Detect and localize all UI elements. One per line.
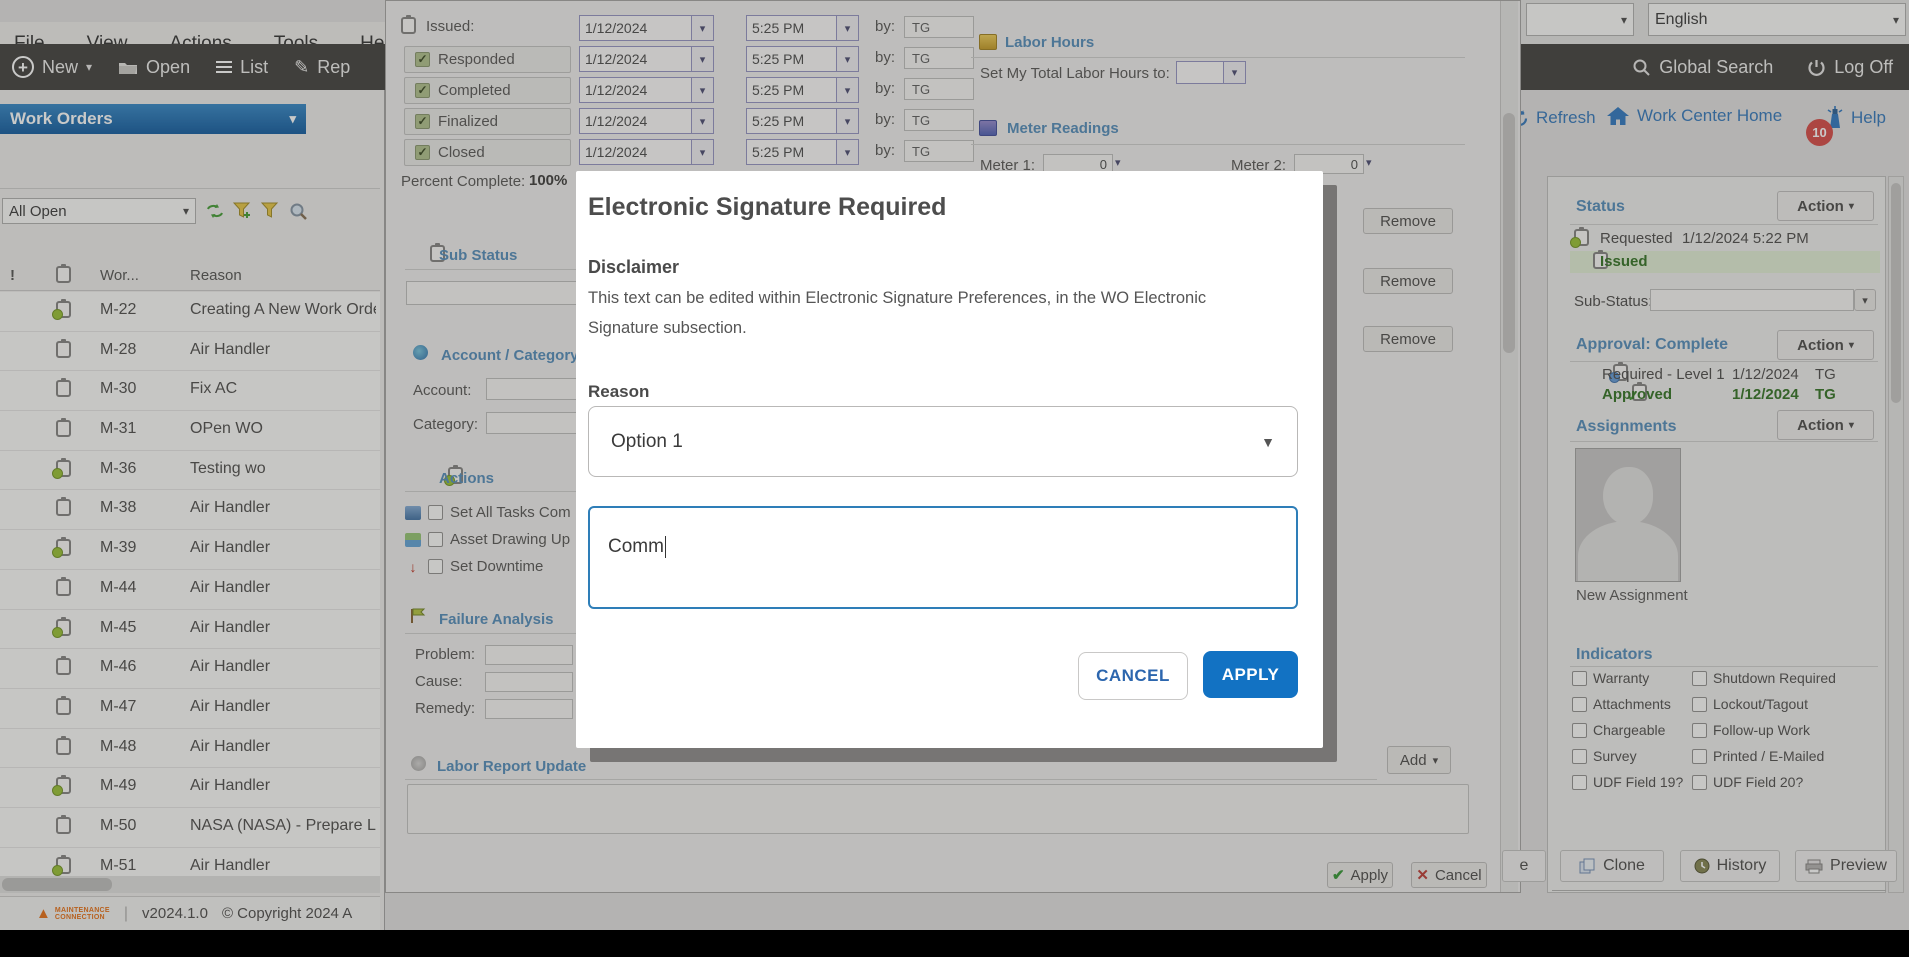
- modal-title: Electronic Signature Required: [588, 193, 946, 222]
- modal-cancel-button[interactable]: CANCEL: [1078, 652, 1188, 700]
- text-caret: [665, 536, 667, 558]
- chevron-down-icon: ▼: [1261, 434, 1275, 450]
- disclaimer-heading: Disclaimer: [588, 257, 679, 278]
- electronic-signature-modal: Electronic Signature Required Disclaimer…: [576, 171, 1323, 748]
- comment-value: Comm: [608, 536, 664, 557]
- reason-select[interactable]: Option 1 ▼: [588, 406, 1298, 477]
- reason-value: Option 1: [611, 431, 683, 453]
- modal-apply-button[interactable]: APPLY: [1203, 651, 1298, 698]
- disclaimer-text-line1: This text can be edited within Electroni…: [588, 289, 1206, 308]
- disclaimer-text-line2: Signature subsection.: [588, 319, 747, 338]
- comment-textarea[interactable]: Comm: [588, 506, 1298, 609]
- letterbox-bar: [0, 930, 1909, 957]
- reason-label: Reason: [588, 382, 649, 402]
- screen: + New▾ Open List ✎ Rep Global Search Log…: [0, 0, 1909, 957]
